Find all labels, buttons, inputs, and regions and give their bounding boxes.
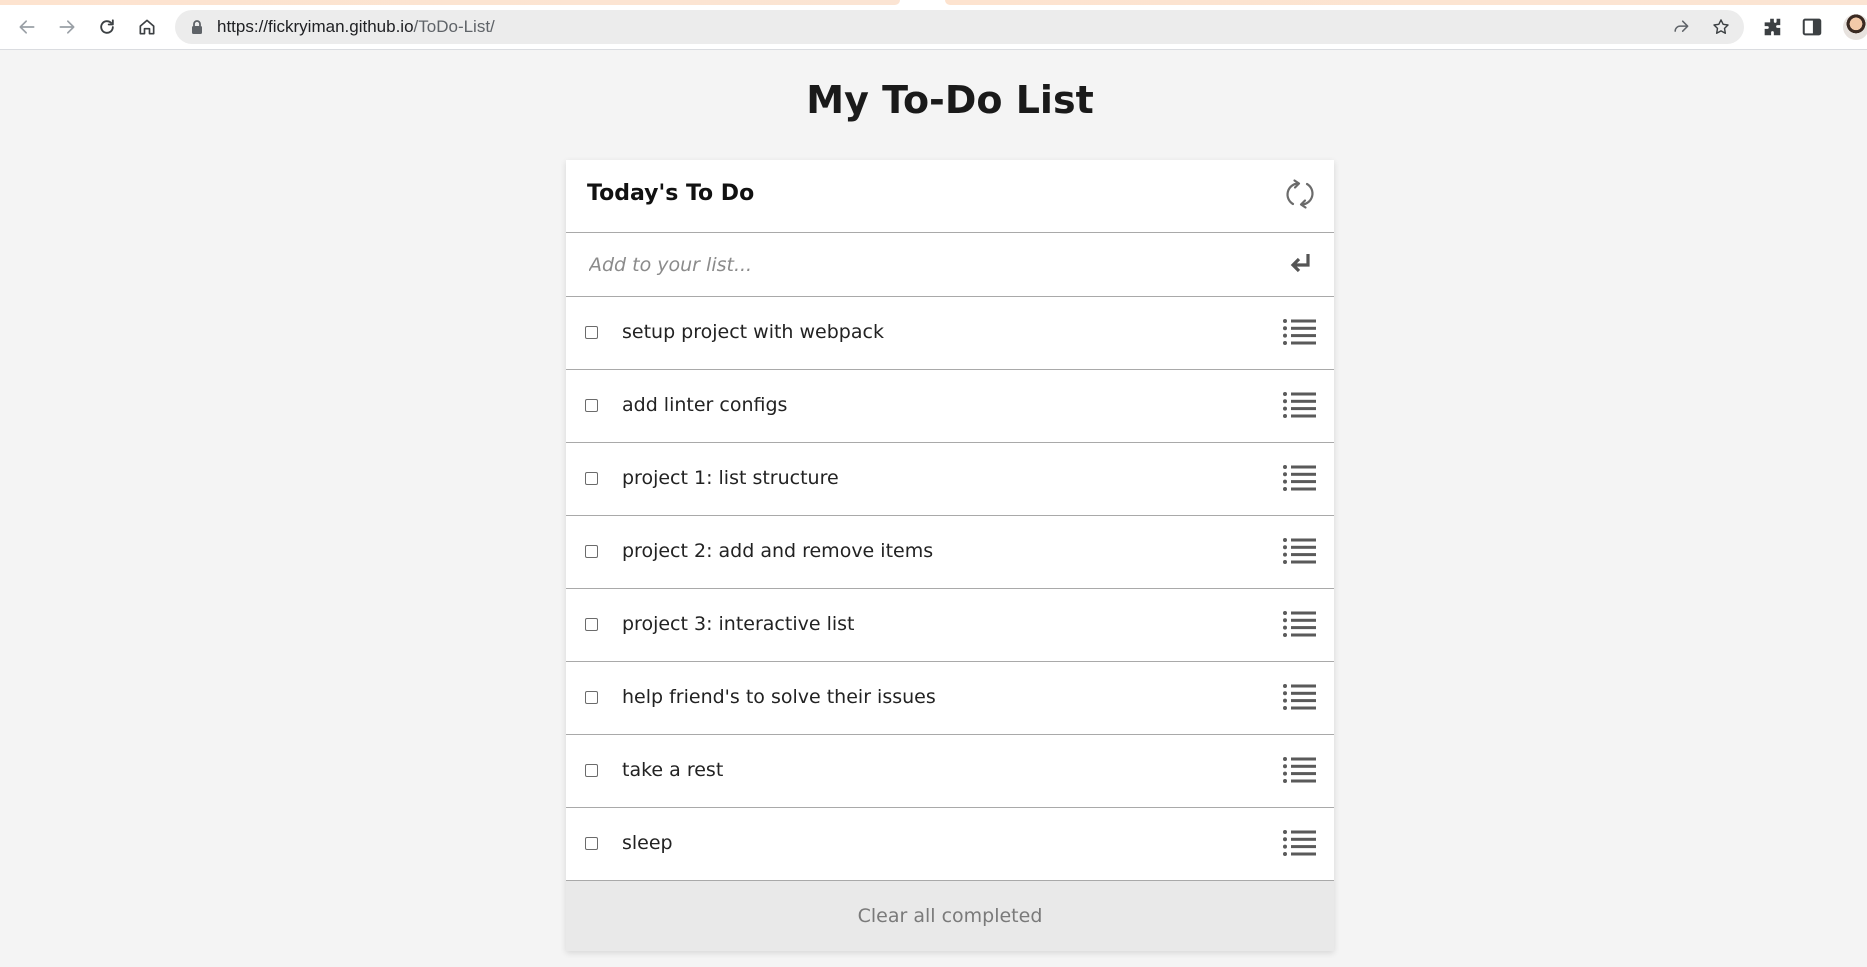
url-host: https://fickryiman.github.io: [217, 17, 414, 36]
list-icon[interactable]: [1282, 463, 1316, 493]
todo-card: Today's To Do setup project with webpack…: [566, 160, 1334, 951]
todo-description[interactable]: project 1: list structure: [622, 467, 839, 489]
todo-description[interactable]: take a rest: [622, 759, 723, 781]
home-button[interactable]: [131, 11, 163, 43]
browser-toolbar: https://fickryiman.github.io/ToDo-List/: [0, 5, 1867, 50]
enter-icon[interactable]: [1288, 251, 1314, 277]
arrow-left-icon: [19, 20, 35, 34]
refresh-icon[interactable]: [1284, 176, 1316, 212]
todo-checkbox[interactable]: [585, 326, 598, 339]
todo-checkbox[interactable]: [585, 764, 598, 777]
lock-icon: [192, 20, 202, 34]
page-title: My To-Do List: [806, 78, 1094, 122]
todo-item[interactable]: project 2: add and remove items: [566, 516, 1334, 589]
side-panel-icon[interactable]: [1801, 16, 1823, 38]
list-icon[interactable]: [1282, 609, 1316, 639]
todo-checkbox[interactable]: [585, 691, 598, 704]
todo-item[interactable]: help friend's to solve their issues: [566, 662, 1334, 735]
home-icon: [139, 19, 155, 35]
todo-list: setup project with webpack add linter con…: [566, 297, 1334, 881]
todo-checkbox[interactable]: [585, 545, 598, 558]
add-item-row: [566, 233, 1334, 297]
share-icon[interactable]: [1671, 17, 1691, 37]
forward-button[interactable]: [51, 11, 83, 43]
todo-checkbox[interactable]: [585, 472, 598, 485]
todo-item[interactable]: project 1: list structure: [566, 443, 1334, 516]
bookmark-star-icon[interactable]: [1711, 17, 1731, 37]
profile-avatar[interactable]: [1843, 14, 1867, 40]
todo-item[interactable]: take a rest: [566, 735, 1334, 808]
todo-checkbox[interactable]: [585, 618, 598, 631]
todo-description[interactable]: help friend's to solve their issues: [622, 686, 936, 708]
todo-description[interactable]: setup project with webpack: [622, 321, 884, 343]
address-bar[interactable]: https://fickryiman.github.io/ToDo-List/: [175, 10, 1744, 44]
list-icon[interactable]: [1282, 682, 1316, 712]
reload-icon: [100, 19, 114, 34]
add-item-input[interactable]: [587, 247, 1271, 283]
todo-item[interactable]: setup project with webpack: [566, 297, 1334, 370]
todo-item[interactable]: add linter configs: [566, 370, 1334, 443]
back-button[interactable]: [11, 11, 43, 43]
list-icon[interactable]: [1282, 755, 1316, 785]
todo-description[interactable]: project 2: add and remove items: [622, 540, 933, 562]
reload-button[interactable]: [91, 11, 123, 43]
list-title: Today's To Do: [587, 181, 755, 206]
todo-item[interactable]: project 3: interactive list: [566, 589, 1334, 662]
list-icon[interactable]: [1282, 536, 1316, 566]
extensions-puzzle-icon[interactable]: [1761, 16, 1783, 38]
clear-completed-button[interactable]: Clear all completed: [566, 881, 1334, 951]
todo-description[interactable]: project 3: interactive list: [622, 613, 854, 635]
todo-description[interactable]: sleep: [622, 832, 673, 854]
url-text: https://fickryiman.github.io/ToDo-List/: [217, 17, 495, 37]
todo-description[interactable]: add linter configs: [622, 394, 787, 416]
list-icon[interactable]: [1282, 390, 1316, 420]
todo-item[interactable]: sleep: [566, 808, 1334, 881]
list-icon[interactable]: [1282, 828, 1316, 858]
list-icon[interactable]: [1282, 317, 1316, 347]
url-path: /ToDo-List/: [413, 17, 495, 36]
todo-checkbox[interactable]: [585, 399, 598, 412]
arrow-right-icon: [59, 20, 75, 34]
todo-checkbox[interactable]: [585, 837, 598, 850]
card-header: Today's To Do: [566, 160, 1334, 233]
